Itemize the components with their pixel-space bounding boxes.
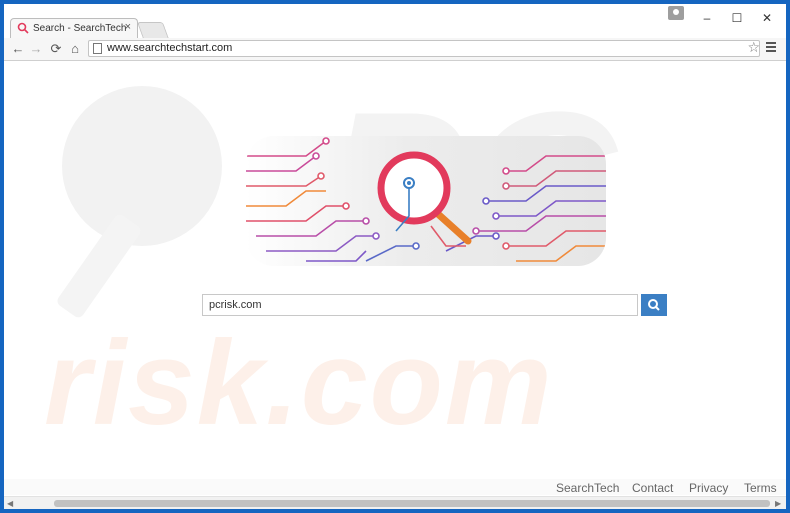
search-button[interactable] bbox=[641, 294, 667, 316]
footer-link-contact[interactable]: Contact bbox=[632, 481, 673, 495]
search-input[interactable] bbox=[202, 294, 638, 316]
new-tab-button[interactable] bbox=[136, 22, 170, 39]
scrollbar-thumb[interactable] bbox=[54, 500, 770, 507]
scroll-right-icon[interactable]: ▶ bbox=[775, 499, 781, 508]
tab-favicon-icon bbox=[17, 22, 29, 34]
page-icon bbox=[93, 43, 102, 54]
circuit-logo-image bbox=[246, 137, 606, 262]
menu-icon[interactable] bbox=[766, 42, 776, 54]
footer: SearchTech Contact Privacy Terms bbox=[4, 479, 786, 495]
title-bar: Search - SearchTech × – ☐ ✕ bbox=[4, 4, 786, 39]
forward-button[interactable]: → bbox=[28, 41, 44, 57]
footer-link-searchtech[interactable]: SearchTech bbox=[556, 481, 619, 495]
scroll-left-icon[interactable]: ◀ bbox=[7, 499, 13, 508]
tab-close-icon[interactable]: × bbox=[125, 21, 131, 33]
url-text[interactable]: www.searchtechstart.com bbox=[107, 42, 232, 54]
horizontal-scrollbar[interactable]: ◀ ▶ bbox=[4, 496, 786, 509]
browser-tab[interactable]: Search - SearchTech × bbox=[10, 18, 138, 38]
minimize-button[interactable]: – bbox=[698, 10, 716, 26]
watermark-magnifier bbox=[62, 86, 222, 246]
page-content: PC risk.com bbox=[4, 61, 786, 509]
magnifier-logo-icon bbox=[377, 151, 472, 245]
searchtech-banner bbox=[246, 136, 606, 266]
tab-title: Search - SearchTech bbox=[33, 23, 127, 34]
footer-link-terms[interactable]: Terms bbox=[744, 481, 777, 495]
reload-button[interactable]: ⟳ bbox=[48, 41, 64, 57]
home-button[interactable]: ⌂ bbox=[67, 41, 83, 57]
back-button[interactable]: ← bbox=[10, 41, 26, 57]
bookmark-star-icon[interactable]: ☆ bbox=[747, 39, 760, 56]
address-bar[interactable]: www.searchtechstart.com ☆ bbox=[88, 39, 760, 57]
browser-toolbar: ← → ⟳ ⌂ www.searchtechstart.com ☆ bbox=[4, 38, 786, 61]
profile-icon[interactable] bbox=[668, 6, 684, 20]
footer-link-privacy[interactable]: Privacy bbox=[689, 481, 728, 495]
maximize-button[interactable]: ☐ bbox=[728, 10, 746, 26]
close-window-button[interactable]: ✕ bbox=[758, 10, 776, 26]
search-icon bbox=[648, 299, 660, 311]
browser-window: Search - SearchTech × – ☐ ✕ ← → ⟳ ⌂ www.… bbox=[4, 4, 786, 509]
watermark-text: risk.com bbox=[44, 316, 554, 450]
